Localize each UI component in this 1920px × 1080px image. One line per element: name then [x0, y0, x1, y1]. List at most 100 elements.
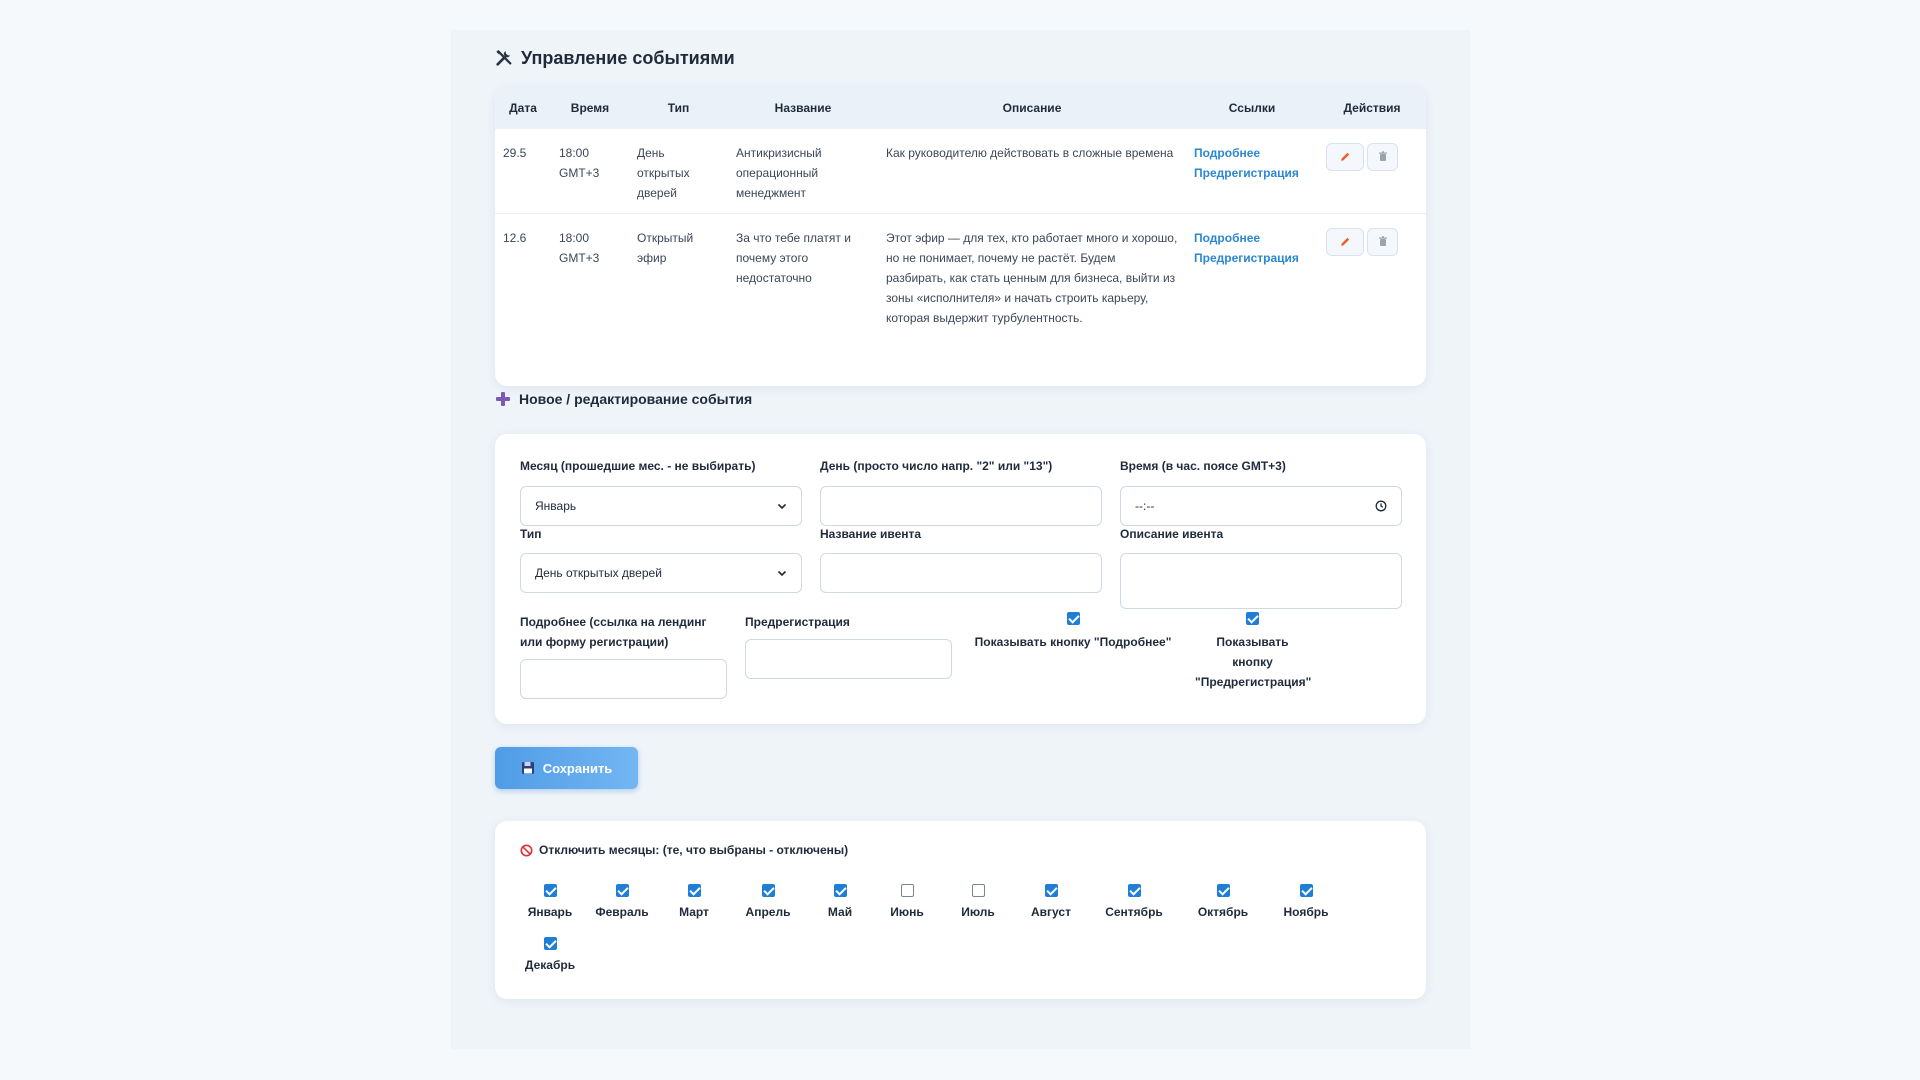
save-button-label: Сохранить — [542, 760, 613, 776]
show-more-field: Показывать кнопку "Подробнее" — [970, 612, 1176, 652]
prohibited-icon — [520, 843, 533, 857]
month-checkbox[interactable] — [543, 937, 557, 950]
month-checkbox[interactable] — [833, 884, 847, 897]
cell-type: День открытых дверей — [637, 145, 690, 200]
more-link-input[interactable] — [520, 659, 727, 699]
month-checkbox[interactable] — [761, 884, 775, 897]
save-button[interactable]: Сохранить — [495, 747, 638, 789]
month-checkbox[interactable] — [687, 884, 701, 897]
month-toggle: Июль — [943, 884, 1013, 921]
link-more[interactable]: Подробнее — [1194, 228, 1310, 248]
month-toggle: Май — [805, 884, 875, 921]
edit-button[interactable] — [1326, 142, 1364, 171]
delete-button[interactable] — [1367, 227, 1398, 256]
cell-name: Антикризисный операционный менеджмент — [736, 145, 822, 200]
month-label: Месяц (прошедшие мес. - не выбирать) — [520, 459, 756, 473]
month-checkbox[interactable] — [1044, 884, 1058, 897]
month-label: Март — [679, 905, 709, 919]
main-panel: Управление событиями Дата Время Тип Назв… — [451, 30, 1470, 1049]
link-prereg[interactable]: Предрегистрация — [1194, 163, 1310, 183]
day-input-field[interactable] — [835, 499, 1087, 513]
month-toggle: Январь — [515, 884, 585, 921]
month-toggle: Октябрь — [1188, 884, 1258, 921]
month-label: Апрель — [745, 905, 791, 919]
name-input[interactable] — [820, 553, 1102, 593]
prereg-label: Предрегистрация — [745, 615, 850, 629]
month-toggle: Сентябрь — [1099, 884, 1169, 921]
month-checkbox[interactable] — [615, 884, 629, 897]
month-checkbox[interactable] — [1216, 884, 1230, 897]
month-label: Ноябрь — [1283, 905, 1329, 919]
day-field: День (просто число напр. "2" или "13") — [820, 456, 1102, 476]
name-label: Название ивента — [820, 527, 922, 541]
show-more-checkbox[interactable] — [1066, 612, 1080, 625]
more-link-input-field[interactable] — [535, 672, 712, 686]
show-prereg-checkbox[interactable] — [1246, 612, 1259, 625]
events-table: Дата Время Тип Название Описание Ссылки … — [495, 88, 1426, 359]
table-row: 12.6 18:00 GMT+3 Открытый эфир За что те… — [495, 213, 1426, 359]
cell-links: Подробнее Предрегистрация — [1186, 128, 1318, 213]
prereg-field: Предрегистрация — [745, 612, 951, 632]
cell-name: За что тебе платят и почему этого недост… — [736, 230, 851, 285]
event-form-card: Месяц (прошедшие мес. - не выбирать) Янв… — [495, 434, 1426, 724]
type-field: Тип — [520, 524, 802, 544]
month-toggle: Февраль — [587, 884, 657, 921]
disable-months-card: Отключить месяцы: (те, что выбраны - отк… — [495, 821, 1426, 999]
pencil-icon — [1340, 152, 1350, 161]
month-label: Октябрь — [1197, 905, 1249, 919]
description-textarea[interactable] — [1120, 553, 1402, 609]
form-title: Новое / редактирование события — [495, 388, 752, 410]
month-select[interactable]: Январь — [520, 486, 802, 526]
disable-months-title: Отключить месяцы: (те, что выбраны - отк… — [520, 843, 848, 857]
month-label: Январь — [527, 905, 573, 919]
month-toggle: Ноябрь — [1271, 884, 1341, 921]
month-field: Месяц (прошедшие мес. - не выбирать) — [520, 456, 802, 476]
show-prereg-field: Показывать кнопку "Предрегистрация" — [1195, 612, 1401, 692]
prereg-input[interactable] — [745, 639, 952, 679]
month-toggle: Август — [1016, 884, 1086, 921]
month-checkbox[interactable] — [900, 884, 914, 897]
column-header-name: Название — [774, 100, 832, 115]
type-label: Тип — [520, 527, 542, 541]
time-input-value: --:-- — [1135, 499, 1155, 513]
month-toggle: Апрель — [733, 884, 803, 921]
month-checkbox[interactable] — [1127, 884, 1141, 897]
events-table-card: Дата Время Тип Название Описание Ссылки … — [495, 88, 1426, 386]
pencil-icon — [1340, 237, 1350, 246]
name-input-field[interactable] — [835, 566, 1087, 580]
link-more[interactable]: Подробнее — [1194, 143, 1310, 163]
clock-icon[interactable] — [1375, 500, 1387, 512]
cell-date: 12.6 — [503, 230, 527, 245]
cell-time: 18:00 GMT+3 — [559, 230, 600, 265]
table-row: 29.5 18:00 GMT+3 День открытых дверей Ан… — [495, 128, 1426, 213]
show-prereg-label: Показывать кнопку "Предрегистрация" — [1195, 635, 1312, 689]
type-select[interactable]: День открытых дверей — [520, 553, 802, 593]
edit-button[interactable] — [1326, 227, 1364, 256]
day-input[interactable] — [820, 486, 1102, 526]
time-input[interactable]: --:-- — [1120, 486, 1402, 526]
month-label: Февраль — [595, 905, 649, 919]
prereg-input-field[interactable] — [760, 652, 937, 666]
cell-description: Этот эфир — для тех, кто работает много … — [886, 230, 1178, 325]
cell-time: 18:00 GMT+3 — [559, 145, 600, 180]
month-label: Декабрь — [524, 958, 576, 972]
link-prereg[interactable]: Предрегистрация — [1194, 248, 1310, 268]
column-header-time: Время — [570, 100, 610, 115]
cell-type: Открытый эфир — [637, 230, 694, 265]
cell-date: 29.5 — [503, 145, 527, 160]
time-field: Время (в час. поясе GMT+3) — [1120, 456, 1402, 476]
disable-months-title-text: Отключить месяцы: (те, что выбраны - отк… — [539, 843, 849, 857]
cell-links: Подробнее Предрегистрация — [1186, 213, 1318, 359]
column-header-description: Описание — [1002, 100, 1062, 115]
tools-icon — [496, 49, 512, 66]
month-checkbox[interactable] — [1299, 884, 1313, 897]
delete-button[interactable] — [1367, 142, 1398, 171]
events-title-text: Управление событиями — [521, 47, 735, 68]
month-checkbox[interactable] — [971, 884, 985, 897]
month-toggle: Декабрь — [515, 937, 585, 974]
month-checkbox[interactable] — [543, 884, 557, 897]
month-label: Май — [827, 905, 853, 919]
chevron-down-icon — [777, 570, 787, 577]
plus-icon — [496, 392, 510, 406]
description-field: Описание ивента — [1120, 524, 1402, 544]
